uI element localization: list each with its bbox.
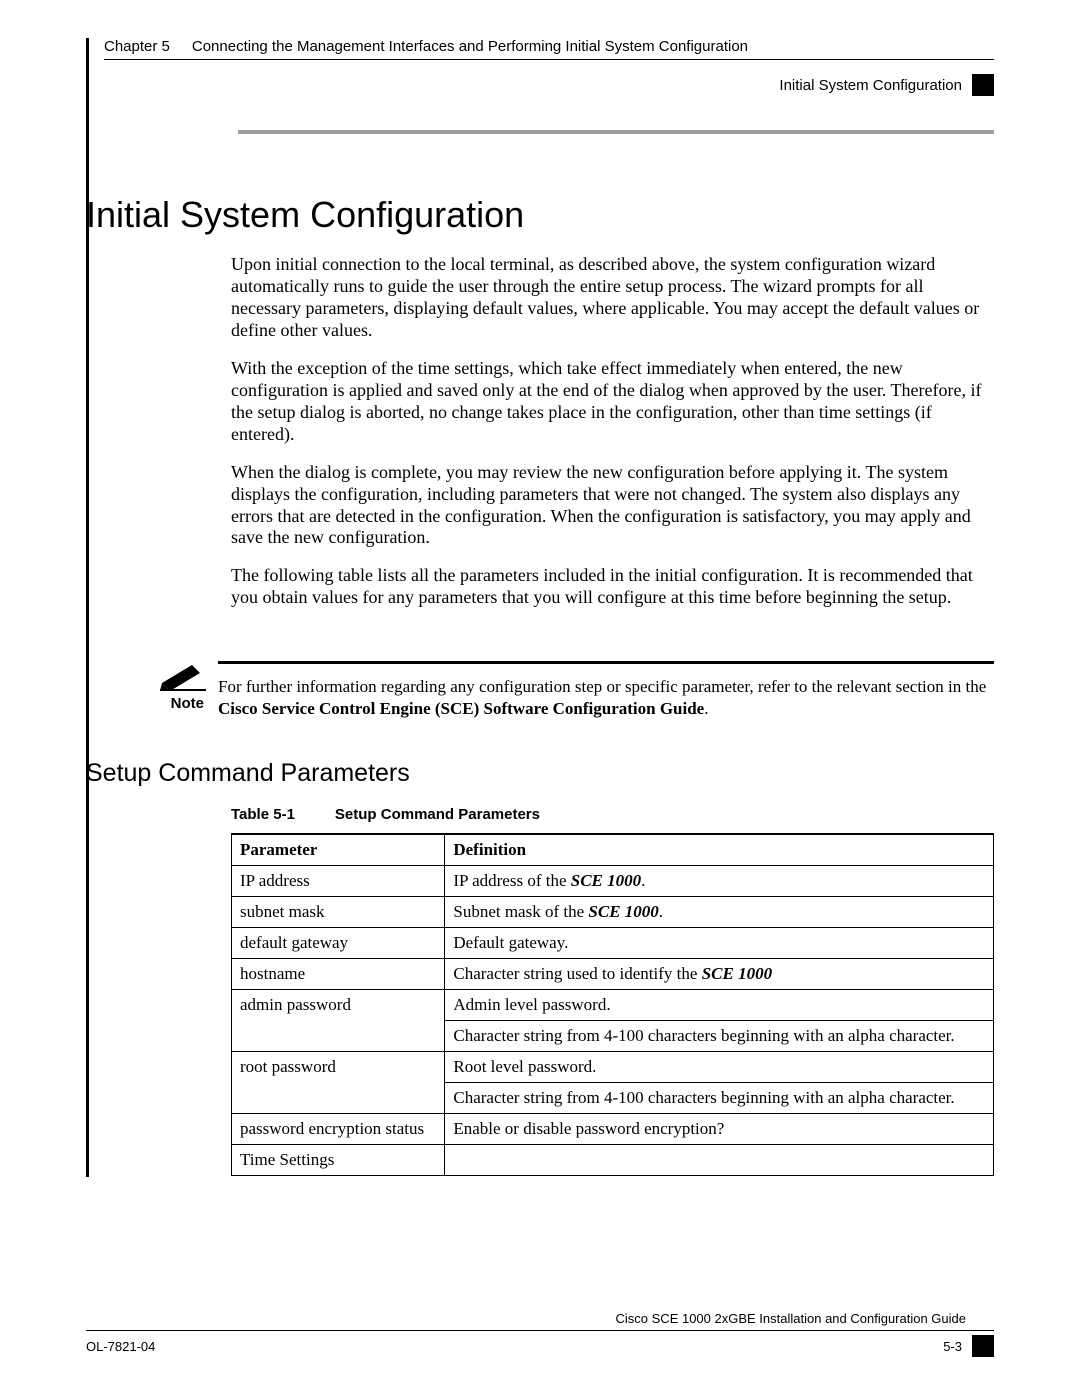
table-row: default gatewayDefault gateway. (232, 927, 994, 958)
doc-number: OL-7821-04 (86, 1339, 155, 1354)
header-end-box-icon (972, 74, 994, 96)
cell-parameter: root password (232, 1051, 445, 1113)
table-row: IP addressIP address of the SCE 1000. (232, 865, 994, 896)
page-header: Chapter 5 Connecting the Management Inte… (104, 38, 994, 134)
note-body: For further information regarding any co… (218, 676, 994, 720)
note-right-col: For further information regarding any co… (218, 625, 994, 728)
cell-definition: Default gateway. (445, 927, 994, 958)
table-caption-num: Table 5-1 (231, 806, 295, 823)
table-row: Time Settings (232, 1144, 994, 1175)
table-caption-title: Setup Command Parameters (335, 806, 540, 823)
intro-paragraph-4: The following table lists all the parame… (231, 565, 994, 609)
cell-definition: Subnet mask of the SCE 1000. (445, 896, 994, 927)
cell-parameter: Time Settings (232, 1144, 445, 1175)
table-row: admin passwordAdmin level password. (232, 989, 994, 1020)
footer-bottom-row: OL-7821-04 5-3 (86, 1335, 994, 1357)
chapter-line: Chapter 5 Connecting the Management Inte… (104, 38, 994, 60)
table-caption: Table 5-1 Setup Command Parameters (231, 806, 994, 823)
chapter-label: Chapter 5 (104, 38, 170, 55)
intro-paragraph-2: With the exception of the time settings,… (231, 358, 994, 446)
section-heading: Setup Command Parameters (86, 759, 994, 788)
footer-right: 5-3 (943, 1335, 994, 1357)
cell-parameter: hostname (232, 958, 445, 989)
note-text-bold: Cisco Service Control Engine (SCE) Softw… (218, 699, 704, 718)
table-row: hostnameCharacter string used to identif… (232, 958, 994, 989)
intro-paragraph-3: When the dialog is complete, you may rev… (231, 462, 994, 550)
col-parameter: Parameter (232, 834, 445, 866)
pencil-icon (160, 661, 206, 691)
cell-definition: Character string from 4-100 characters b… (445, 1020, 994, 1051)
note-text-pre: For further information regarding any co… (218, 677, 986, 696)
document-page: Chapter 5 Connecting the Management Inte… (0, 0, 1080, 1397)
page-title: Initial System Configuration (86, 194, 994, 236)
footer-guide-title: Cisco SCE 1000 2xGBE Installation and Co… (86, 1311, 994, 1331)
intro-paragraph-1: Upon initial connection to the local ter… (231, 254, 994, 342)
cell-parameter: subnet mask (232, 896, 445, 927)
page-footer: Cisco SCE 1000 2xGBE Installation and Co… (86, 1311, 994, 1357)
cell-definition: IP address of the SCE 1000. (445, 865, 994, 896)
note-label: Note (150, 695, 218, 712)
table-row: root passwordRoot level password. (232, 1051, 994, 1082)
section-tag-text: Initial System Configuration (779, 77, 962, 94)
body-column: Upon initial connection to the local ter… (231, 254, 994, 609)
left-margin-rule (86, 38, 89, 1177)
table-header-row: Parameter Definition (232, 834, 994, 866)
cell-definition: Character string from 4-100 characters b… (445, 1082, 994, 1113)
chapter-title: Connecting the Management Interfaces and… (192, 38, 748, 55)
cell-parameter: admin password (232, 989, 445, 1051)
cell-definition: Character string used to identify the SC… (445, 958, 994, 989)
parameter-table: Parameter Definition IP addressIP addres… (231, 833, 994, 1176)
table-row: subnet maskSubnet mask of the SCE 1000. (232, 896, 994, 927)
cell-parameter: password encryption status (232, 1113, 445, 1144)
note-text-post: . (704, 699, 708, 718)
table-row: password encryption statusEnable or disa… (232, 1113, 994, 1144)
cell-parameter: default gateway (232, 927, 445, 958)
cell-definition: Admin level password. (445, 989, 994, 1020)
note-left-col: Note (150, 625, 218, 728)
cell-parameter: IP address (232, 865, 445, 896)
note-top-rule (218, 661, 994, 664)
section-tag: Initial System Configuration (104, 74, 994, 96)
cell-definition: Root level password. (445, 1051, 994, 1082)
footer-end-box-icon (972, 1335, 994, 1357)
col-definition: Definition (445, 834, 994, 866)
table-area: Table 5-1 Setup Command Parameters Param… (231, 806, 994, 1176)
note-block: Note For further information regarding a… (150, 625, 994, 728)
cell-definition: Enable or disable password encryption? (445, 1113, 994, 1144)
thick-divider (238, 130, 994, 134)
page-number: 5-3 (943, 1339, 962, 1354)
cell-definition (445, 1144, 994, 1175)
